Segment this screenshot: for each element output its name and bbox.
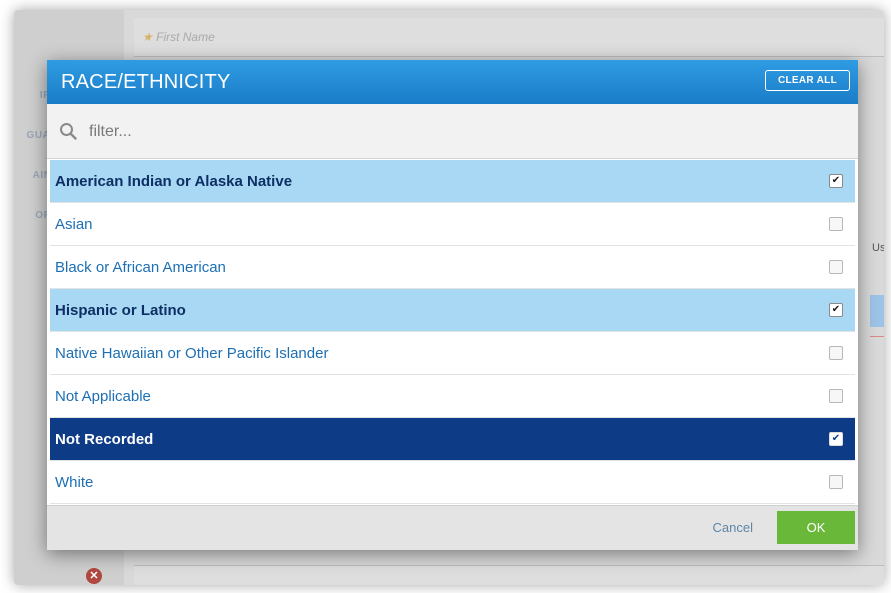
dialog-title: RACE/ETHNICITY — [61, 71, 231, 93]
remove-icon: ✕ — [86, 568, 102, 584]
first-name-placeholder: First Name — [156, 30, 215, 44]
background-field — [134, 565, 884, 585]
filter-input[interactable] — [87, 118, 791, 146]
background-blue-bar — [870, 295, 884, 327]
option-row[interactable]: Hispanic or Latino ✔ — [50, 289, 855, 332]
required-star-icon: ★ — [142, 30, 153, 44]
checkbox-icon[interactable] — [829, 475, 843, 489]
checkbox-icon[interactable] — [829, 217, 843, 231]
option-row[interactable]: Black or African American — [50, 246, 855, 289]
option-label: White — [55, 474, 94, 491]
race-ethnicity-dialog: RACE/ETHNICITY CLEAR ALL American Indian… — [47, 60, 858, 550]
background-side-text: Used — [872, 242, 884, 254]
checkbox-icon[interactable] — [829, 346, 843, 360]
clear-all-button[interactable]: CLEAR ALL — [765, 70, 850, 91]
option-label: Native Hawaiian or Other Pacific Islande… — [55, 345, 329, 362]
filter-bar — [47, 104, 858, 159]
option-row[interactable]: Not Recorded ✔ — [50, 418, 855, 461]
options-list: American Indian or Alaska Native ✔ Asian… — [50, 160, 855, 504]
option-row[interactable]: White — [50, 461, 855, 504]
checkbox-icon[interactable]: ✔ — [829, 432, 843, 446]
option-label: American Indian or Alaska Native — [55, 173, 293, 190]
option-label: Not Applicable — [55, 388, 151, 405]
checkbox-icon[interactable]: ✔ — [829, 303, 843, 317]
dialog-footer: Cancel OK — [47, 505, 858, 550]
option-label: Hispanic or Latino — [55, 302, 186, 319]
option-label: Asian — [55, 216, 93, 233]
checkbox-icon[interactable] — [829, 260, 843, 274]
checkbox-icon[interactable]: ✔ — [829, 174, 843, 188]
option-label: Not Recorded — [55, 431, 154, 448]
ok-button[interactable]: OK — [777, 511, 855, 544]
option-row[interactable]: Native Hawaiian or Other Pacific Islande… — [50, 332, 855, 375]
search-icon — [60, 123, 77, 140]
option-row[interactable]: Not Applicable — [50, 375, 855, 418]
option-row[interactable]: American Indian or Alaska Native ✔ — [50, 160, 855, 203]
checkbox-icon[interactable] — [829, 389, 843, 403]
background-red-line — [870, 336, 884, 337]
cancel-button[interactable]: Cancel — [713, 520, 753, 535]
first-name-field: ★ First Name — [134, 18, 884, 57]
dialog-header: RACE/ETHNICITY CLEAR ALL — [47, 60, 858, 104]
option-row[interactable]: Asian — [50, 203, 855, 246]
option-label: Black or African American — [55, 259, 226, 276]
